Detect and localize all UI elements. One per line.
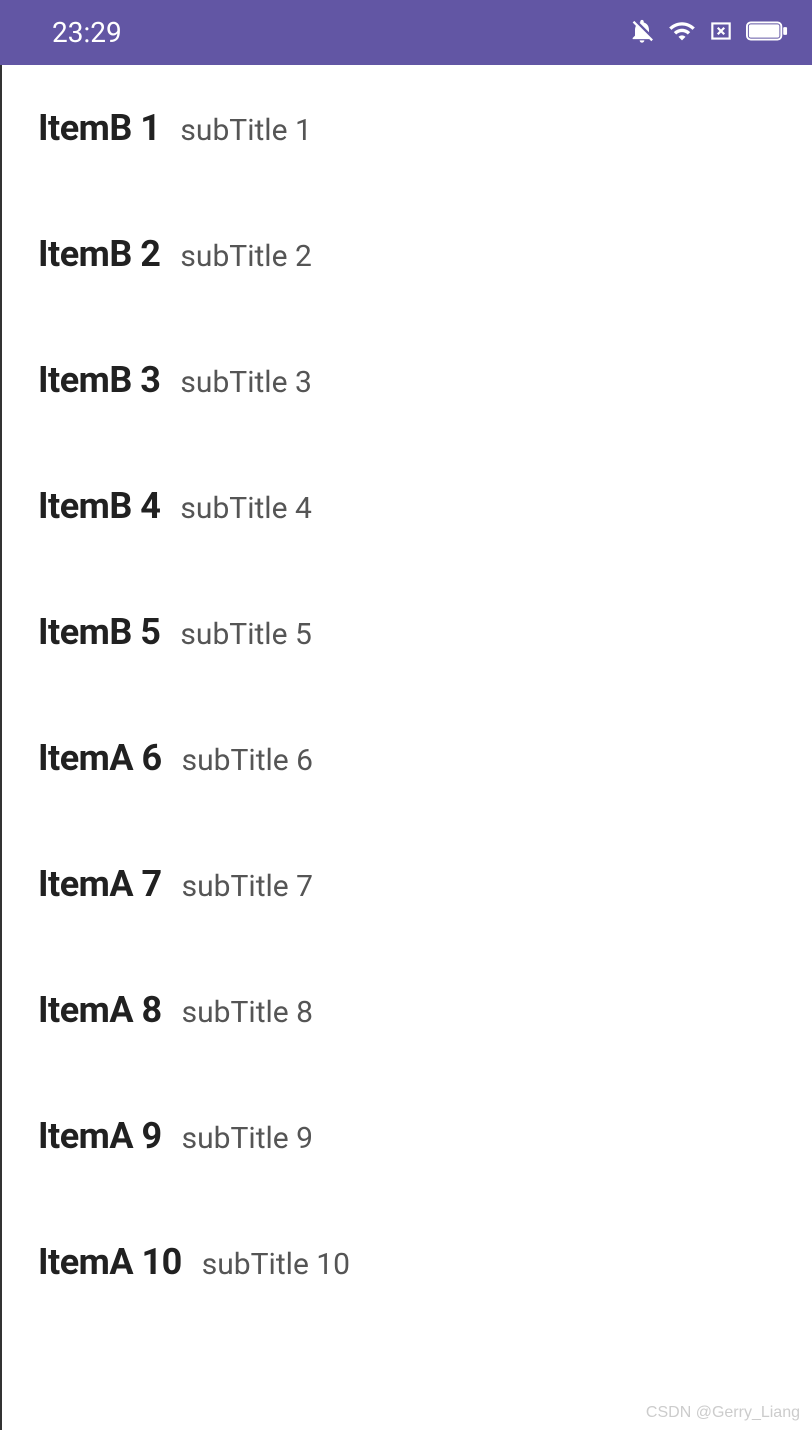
item-title: ItemB 4 bbox=[38, 485, 160, 527]
status-icons bbox=[628, 17, 788, 49]
list-item[interactable]: ItemB 2 subTitle 2 bbox=[2, 191, 812, 317]
list-container[interactable]: ItemB 1 subTitle 1 ItemB 2 subTitle 2 It… bbox=[0, 65, 812, 1430]
list-item[interactable]: ItemB 3 subTitle 3 bbox=[2, 317, 812, 443]
item-subtitle: subTitle 8 bbox=[182, 995, 313, 1030]
item-subtitle: subTitle 7 bbox=[182, 869, 313, 904]
list-item[interactable]: ItemA 6 subTitle 6 bbox=[2, 695, 812, 821]
item-title: ItemA 9 bbox=[38, 1115, 162, 1157]
item-title: ItemB 2 bbox=[38, 233, 160, 275]
item-subtitle: subTitle 4 bbox=[180, 491, 311, 526]
item-title: ItemA 7 bbox=[38, 863, 162, 905]
list-item[interactable]: ItemA 7 subTitle 7 bbox=[2, 821, 812, 947]
status-bar: 23:29 bbox=[0, 0, 812, 65]
list-item[interactable]: ItemA 8 subTitle 8 bbox=[2, 947, 812, 1073]
item-title: ItemB 5 bbox=[38, 611, 160, 653]
battery-icon bbox=[746, 19, 788, 47]
watermark: CSDN @Gerry_Liang bbox=[646, 1404, 800, 1422]
list-item[interactable]: ItemB 5 subTitle 5 bbox=[2, 569, 812, 695]
item-title: ItemB 3 bbox=[38, 359, 160, 401]
item-subtitle: subTitle 2 bbox=[180, 239, 311, 274]
dnd-icon bbox=[628, 17, 656, 49]
item-title: ItemA 10 bbox=[38, 1241, 182, 1283]
list-item[interactable]: ItemB 4 subTitle 4 bbox=[2, 443, 812, 569]
item-title: ItemB 1 bbox=[38, 107, 160, 149]
item-subtitle: subTitle 5 bbox=[180, 617, 311, 652]
item-subtitle: subTitle 3 bbox=[180, 365, 311, 400]
no-sim-icon bbox=[708, 18, 734, 48]
item-title: ItemA 8 bbox=[38, 989, 162, 1031]
item-subtitle: subTitle 10 bbox=[202, 1247, 350, 1282]
item-subtitle: subTitle 1 bbox=[180, 113, 311, 148]
list-item[interactable]: ItemA 10 subTitle 10 bbox=[2, 1199, 812, 1325]
status-time: 23:29 bbox=[24, 16, 122, 49]
item-title: ItemA 6 bbox=[38, 737, 162, 779]
list-item[interactable]: ItemB 1 subTitle 1 bbox=[2, 65, 812, 191]
item-subtitle: subTitle 9 bbox=[182, 1121, 313, 1156]
list-item[interactable]: ItemA 9 subTitle 9 bbox=[2, 1073, 812, 1199]
item-subtitle: subTitle 6 bbox=[182, 743, 313, 778]
wifi-icon bbox=[668, 17, 696, 49]
